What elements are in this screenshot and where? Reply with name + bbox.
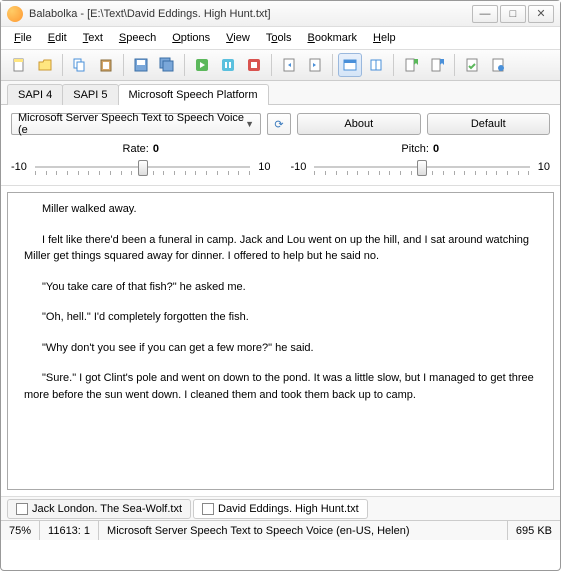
menu-text[interactable]: Text [76,30,110,46]
spellcheck-button[interactable] [460,53,484,77]
close-button[interactable]: ✕ [528,5,554,23]
menu-bookmark[interactable]: Bookmark [301,30,365,46]
bookmark-list-button[interactable] [425,53,449,77]
pitch-value: 0 [433,143,439,155]
dictionary-button[interactable] [364,53,388,77]
file-icon [16,503,28,515]
stop-button[interactable] [242,53,266,77]
app-icon [7,6,23,22]
menu-tools[interactable]: Tools [259,30,299,46]
paragraph: "You take care of that fish?" he asked m… [24,279,537,296]
paragraph: "Oh, hell." I'd completely forgotten the… [24,309,537,326]
copy-button[interactable] [68,53,92,77]
engine-tabs: SAPI 4 SAPI 5 Microsoft Speech Platform [1,81,560,105]
open-file-button[interactable] [33,53,57,77]
rate-slider[interactable] [35,157,250,177]
status-position: 11613: 1 [40,521,99,540]
dropdown-arrow-icon: ▼ [245,119,254,129]
rate-value: 0 [153,143,159,155]
status-zoom: 75% [1,521,40,540]
pitch-label: Pitch: [401,143,429,155]
paragraph: "Why don't you see if you can get a few … [24,340,537,357]
play-button[interactable] [190,53,214,77]
pitch-slider[interactable] [314,157,529,177]
tab-sapi4[interactable]: SAPI 4 [7,84,63,105]
doc-tab-1[interactable]: Jack London. The Sea-Wolf.txt [7,499,191,519]
menu-help[interactable]: Help [366,30,403,46]
menu-view[interactable]: View [219,30,257,46]
default-button[interactable]: Default [427,113,551,135]
doc-tab-2[interactable]: David Eddings. High Hunt.txt [193,499,368,519]
bookmark-add-button[interactable] [399,53,423,77]
new-file-button[interactable] [7,53,31,77]
tab-msp[interactable]: Microsoft Speech Platform [118,84,269,105]
menu-speech[interactable]: Speech [112,30,163,46]
menu-file[interactable]: File [7,30,39,46]
paragraph: Miller walked away. [24,201,537,218]
settings-button[interactable] [486,53,510,77]
prev-button[interactable] [277,53,301,77]
tab-sapi5[interactable]: SAPI 5 [62,84,118,105]
voice-selected: Microsoft Server Speech Text to Speech V… [18,112,245,136]
pitch-min: -10 [291,161,307,173]
rate-min: -10 [11,161,27,173]
document-tabs: Jack London. The Sea-Wolf.txt David Eddi… [1,496,560,520]
file-icon [202,503,214,515]
menu-edit[interactable]: Edit [41,30,74,46]
pause-button[interactable] [216,53,240,77]
minimize-button[interactable]: — [472,5,498,23]
voice-select[interactable]: Microsoft Server Speech Text to Speech V… [11,113,261,135]
text-editor[interactable]: Miller walked away. I felt like there'd … [7,192,554,490]
status-bar: 75% 11613: 1 Microsoft Server Speech Tex… [1,520,560,540]
panel-button[interactable] [338,53,362,77]
menu-options[interactable]: Options [165,30,217,46]
about-button[interactable]: About [297,113,421,135]
status-size: 695 KB [508,521,560,540]
next-button[interactable] [303,53,327,77]
menu-bar: File Edit Text Speech Options View Tools… [1,27,560,49]
maximize-button[interactable]: □ [500,5,526,23]
toolbar [1,49,560,81]
window-title: Balabolka - [E:\Text\David Eddings. High… [29,8,470,20]
rate-max: 10 [258,161,270,173]
status-voice: Microsoft Server Speech Text to Speech V… [99,521,508,540]
pitch-max: 10 [538,161,550,173]
paragraph: "Sure." I got Clint's pole and went on d… [24,370,537,403]
paragraph: I felt like there'd been a funeral in ca… [24,232,537,265]
rate-label: Rate: [123,143,149,155]
refresh-voices-button[interactable]: ⟳ [267,113,291,135]
paste-button[interactable] [94,53,118,77]
save-all-button[interactable] [155,53,179,77]
save-button[interactable] [129,53,153,77]
